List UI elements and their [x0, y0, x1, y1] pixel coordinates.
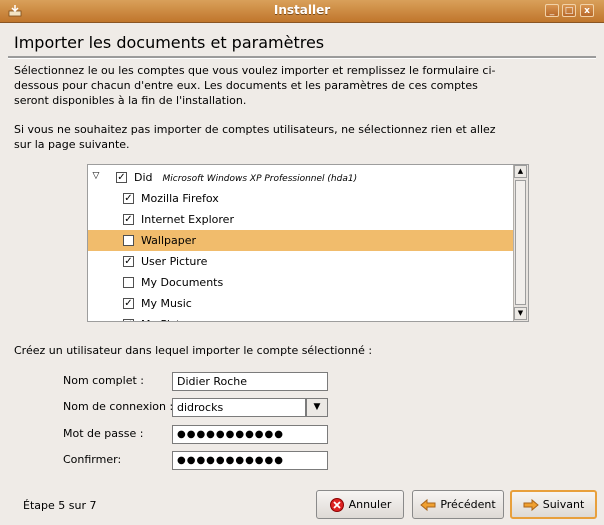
scroll-thumb[interactable]	[515, 180, 526, 305]
account-row[interactable]: ▽ ✓ Did Microsoft Windows XP Professionne…	[88, 167, 514, 188]
note-text: Si vous ne souhaitez pas importer de com…	[14, 123, 496, 151]
tree-item-row[interactable]: ✓ My Music	[88, 293, 514, 314]
item-checkbox[interactable]: ✓	[123, 256, 134, 267]
form-prompt: Créez un utilisateur dans lequel importe…	[14, 344, 373, 357]
item-label: Mozilla Firefox	[141, 192, 219, 205]
password-label: Mot de passe :	[63, 427, 144, 440]
maximize-button[interactable]: □	[562, 4, 576, 17]
tree-scrollbar[interactable]: ▲ ▼	[513, 165, 528, 321]
tree-item-row[interactable]: Wallpaper	[88, 230, 514, 251]
intro-text: Sélectionnez le ou les comptes que vous …	[14, 64, 496, 107]
expander-icon[interactable]: ▽	[91, 171, 101, 181]
back-button[interactable]: Précédent	[412, 490, 504, 519]
page-title: Importer les documents et paramètres	[14, 33, 325, 52]
login-input[interactable]: didrocks	[172, 398, 306, 417]
next-label: Suivant	[542, 498, 585, 511]
next-button[interactable]: Suivant	[510, 490, 597, 519]
scroll-up-button[interactable]: ▲	[514, 165, 527, 178]
login-dropdown-button[interactable]: ▼	[306, 398, 328, 417]
tree-item-row[interactable]: My Documents	[88, 272, 514, 293]
item-label: My Documents	[141, 276, 224, 289]
item-label: Wallpaper	[141, 234, 197, 247]
item-checkbox[interactable]: ✓	[123, 319, 134, 321]
step-indicator: Étape 5 sur 7	[23, 499, 97, 512]
confirm-password-input[interactable]: ●●●●●●●●●●●	[172, 451, 328, 470]
fullname-label: Nom complet :	[63, 374, 144, 387]
account-checkbox[interactable]: ✓	[116, 172, 127, 183]
heading-divider	[8, 56, 596, 59]
account-name: Did	[134, 171, 153, 184]
fullname-input[interactable]: Didier Roche	[172, 372, 328, 391]
back-label: Précédent	[440, 498, 496, 511]
item-checkbox[interactable]	[123, 277, 134, 288]
item-label: Internet Explorer	[141, 213, 234, 226]
tree-item-row[interactable]: ✓ Mozilla Firefox	[88, 188, 514, 209]
accounts-tree[interactable]: ▽ ✓ Did Microsoft Windows XP Professionne…	[87, 164, 529, 322]
confirm-label: Confirmer:	[63, 453, 122, 466]
minimize-button[interactable]: _	[545, 4, 559, 17]
account-os: Microsoft Windows XP Professionnel (hda1…	[162, 174, 358, 184]
tree-item-row[interactable]: ✓ Internet Explorer	[88, 209, 514, 230]
item-label: My Music	[141, 297, 192, 310]
close-button[interactable]: x	[580, 4, 594, 17]
item-checkbox[interactable]: ✓	[123, 214, 134, 225]
password-input[interactable]: ●●●●●●●●●●●	[172, 425, 328, 444]
arrow-right-icon	[523, 498, 539, 511]
cancel-button[interactable]: Annuler	[316, 490, 404, 519]
window-titlebar[interactable]: Installer _ □ x	[0, 0, 604, 23]
cancel-label: Annuler	[348, 498, 392, 511]
item-label: My Pictures	[141, 314, 204, 321]
item-checkbox[interactable]: ✓	[123, 298, 134, 309]
item-checkbox[interactable]: ✓	[123, 193, 134, 204]
arrow-left-icon	[420, 498, 436, 511]
cancel-icon	[329, 497, 344, 512]
login-label: Nom de connexion :	[63, 400, 174, 413]
item-label: User Picture	[141, 255, 208, 268]
tree-item-row[interactable]: ✓ User Picture	[88, 251, 514, 272]
window-title: Installer	[273, 3, 331, 17]
tree-item-row[interactable]: ✓ My Pictures	[88, 314, 514, 321]
scroll-down-button[interactable]: ▼	[514, 307, 527, 320]
item-checkbox[interactable]	[123, 235, 134, 246]
